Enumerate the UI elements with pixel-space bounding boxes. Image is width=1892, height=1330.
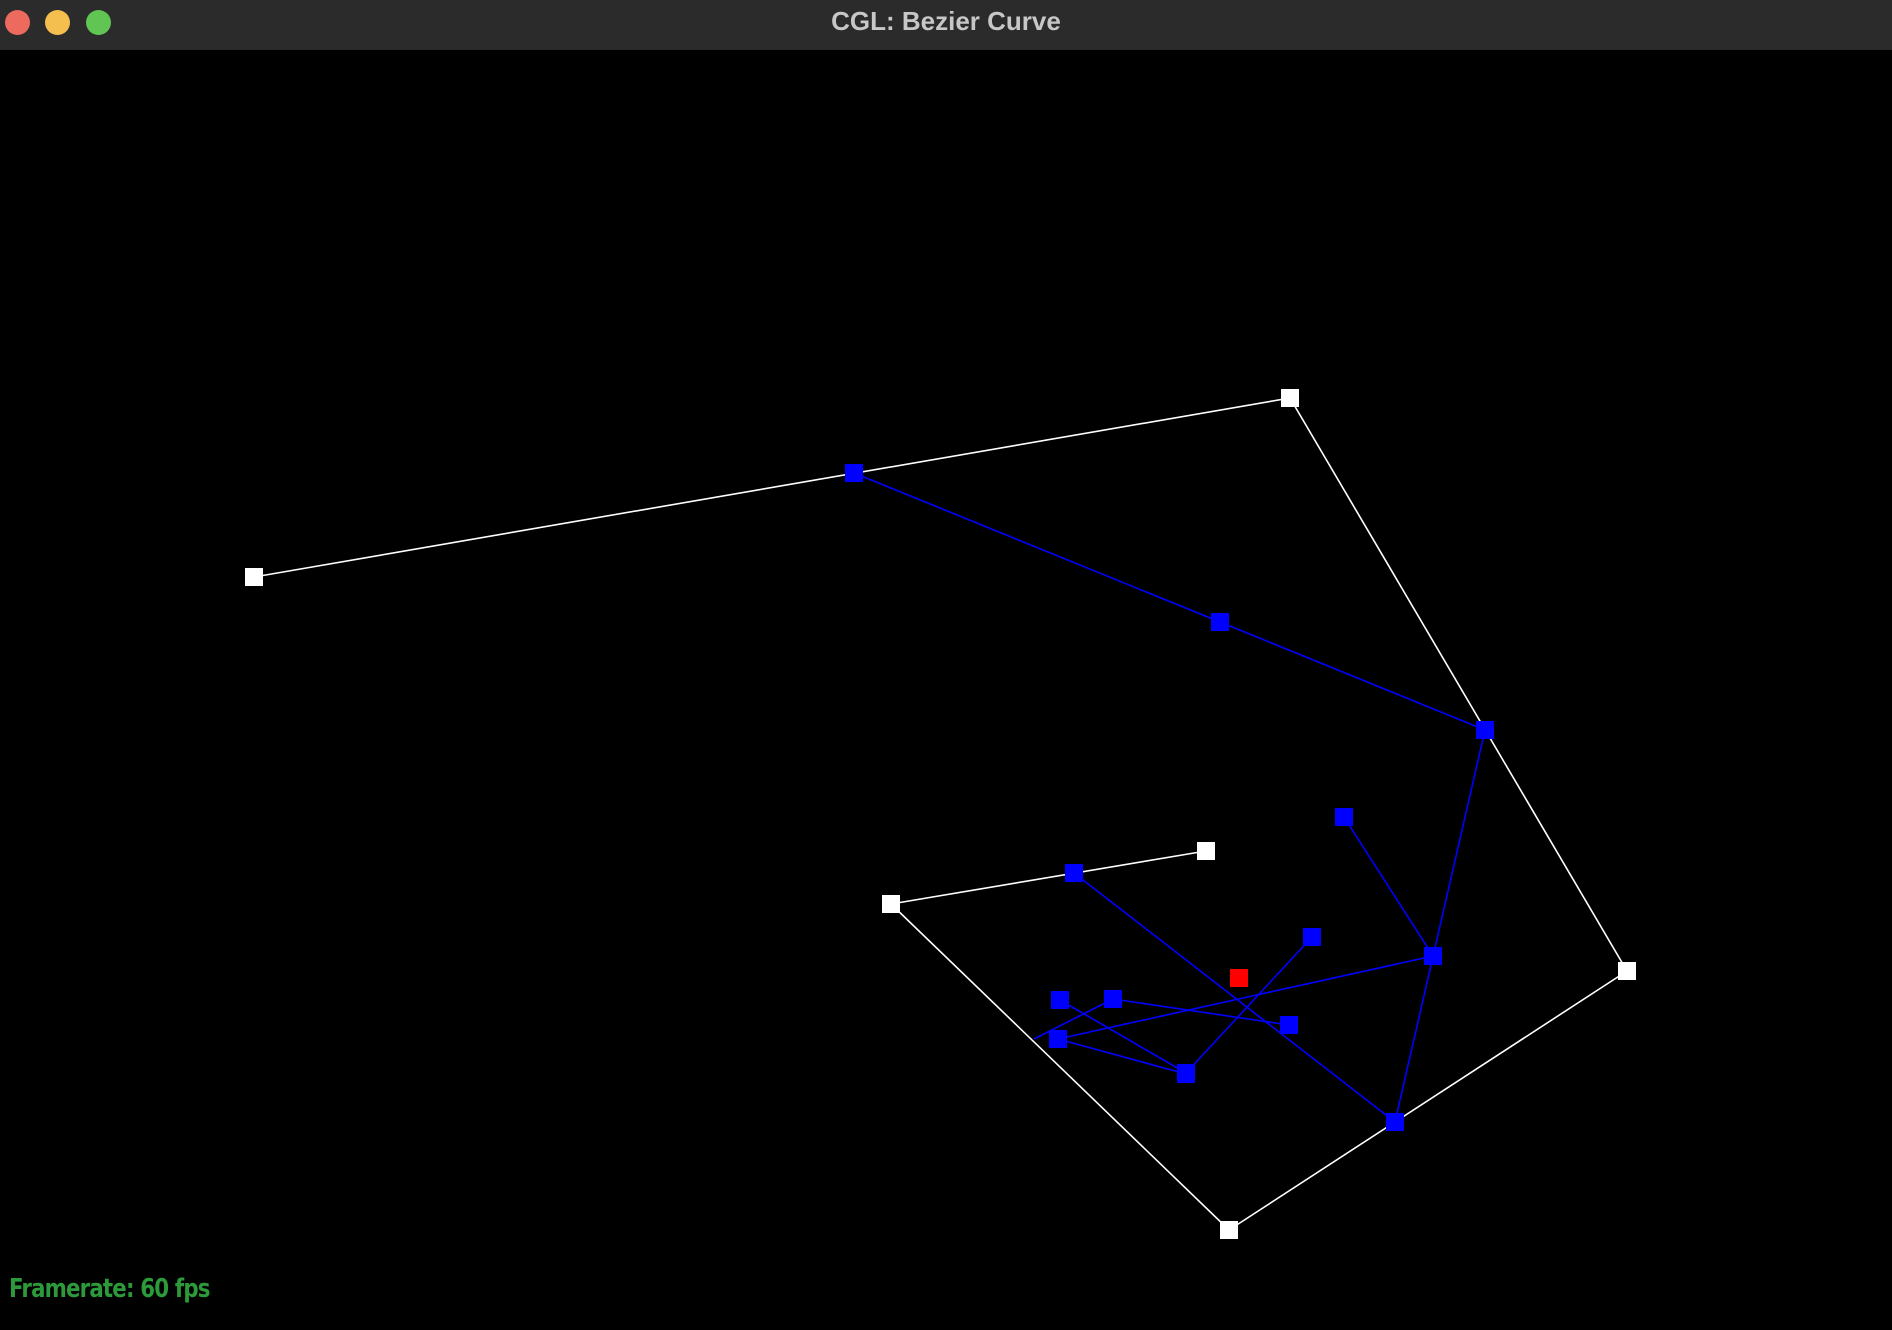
control-point[interactable] [1197,842,1215,860]
intermediate-segment [1219,621,1486,731]
intermediate-segment [1057,1038,1187,1075]
control-point[interactable] [882,895,900,913]
intermediate-point [1476,721,1494,739]
intermediate-point [1424,947,1442,965]
control-polygon-segment [253,397,1291,578]
bezier-canvas[interactable] [0,50,1892,1330]
control-point[interactable] [1220,1221,1238,1239]
intermediate-point [1211,613,1229,631]
intermediate-segment [853,472,1221,623]
intermediate-point [1065,864,1083,882]
intermediate-point [845,464,863,482]
intermediate-segment [1059,999,1187,1074]
intermediate-point [1177,1064,1195,1082]
evaluated-point [1230,969,1248,987]
intermediate-point [1303,928,1321,946]
control-polygon-segment [1289,397,1628,972]
control-point[interactable] [1618,962,1636,980]
title-bar[interactable]: CGL: Bezier Curve [0,0,1892,51]
control-polygon-segment [890,850,1207,905]
intermediate-point [1280,1016,1298,1034]
control-point[interactable] [1281,389,1299,407]
intermediate-point [1049,1030,1067,1048]
window-title: CGL: Bezier Curve [831,6,1061,36]
intermediate-segment [1033,998,1114,1040]
framerate-label: Framerate: 60 fps [9,1274,210,1304]
app-window: CGL: Bezier Curve Framerate: 60 fps [0,0,1892,1330]
intermediate-point [1051,991,1069,1009]
intermediate-segment [1073,872,1396,1123]
intermediate-segment [1394,729,1486,1123]
intermediate-segment [1185,936,1313,1074]
intermediate-segment [1343,816,1434,957]
intermediate-point [1335,808,1353,826]
intermediate-point [1386,1113,1404,1131]
control-point[interactable] [245,568,263,586]
control-polygon-segment [1228,970,1628,1231]
intermediate-point [1104,990,1122,1008]
